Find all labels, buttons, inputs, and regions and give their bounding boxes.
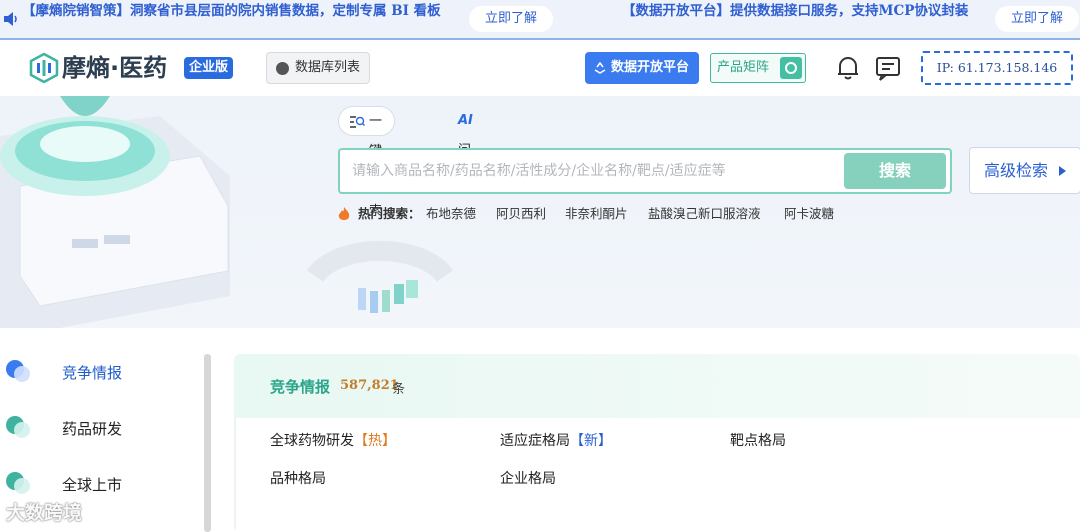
module-label: 品种格局	[270, 471, 326, 487]
sidebar-scrollbar[interactable]	[204, 354, 211, 532]
open-platform-button[interactable]: 数据开放平台	[585, 52, 699, 84]
list-search-icon	[350, 116, 365, 128]
navigation-icon	[276, 62, 289, 75]
learn-more-button[interactable]: 立即了解	[995, 6, 1080, 32]
module-label: 企业格局	[500, 471, 556, 487]
search-box: 搜索	[338, 148, 952, 194]
hot-search-label: 热门搜索：	[358, 206, 421, 221]
speaker-icon	[4, 12, 17, 26]
logo-icon[interactable]	[28, 52, 60, 84]
module-label: 靶点格局	[730, 433, 786, 449]
matrix-icon	[780, 57, 802, 79]
learn-more-button[interactable]: 立即了解	[469, 6, 554, 32]
sidebar-item-drug-rnd[interactable]: 药品研发	[0, 408, 200, 448]
content-header: 竞争情报 587,821 条	[234, 354, 1080, 418]
sidebar-item-label: 竞争情报	[62, 364, 123, 382]
hot-search-item[interactable]: 阿贝西利	[496, 204, 546, 224]
hot-tag: 【热】	[354, 433, 396, 449]
module-enterprise-landscape[interactable]: 企业格局	[500, 468, 556, 488]
module-indication-landscape[interactable]: 适应症格局【新】	[500, 430, 612, 450]
module-grid: 全球药物研发【热】 适应症格局【新】 靶点格局 品种格局 企业格局	[234, 418, 1080, 532]
announcement-text[interactable]: 【摩熵院销智策】洞察省市县层面的院内销售数据，定制专属 BI 看板	[22, 1, 442, 21]
module-variety-landscape[interactable]: 品种格局	[270, 468, 326, 488]
search-button[interactable]: 搜索	[844, 153, 946, 189]
hot-search-item[interactable]: 非奈利酮片	[565, 204, 628, 224]
advanced-search-button[interactable]: 高级检索	[969, 147, 1080, 194]
hot-search-item[interactable]: 盐酸溴己新口服溶液	[648, 204, 761, 224]
watermark: 大数跨境	[6, 502, 83, 524]
sidebar-item-label: 药品研发	[62, 420, 123, 438]
edition-badge: 企业版	[184, 57, 234, 79]
database-list-label: 数据库列表	[295, 60, 361, 75]
ai-icon: AI	[458, 113, 473, 128]
hot-search-item[interactable]: 阿卡波糖	[784, 204, 834, 224]
product-matrix-label: 产品矩阵	[717, 60, 770, 75]
logo-text[interactable]: 摩熵·医药	[62, 53, 167, 83]
database-list-button[interactable]: 数据库列表	[266, 52, 370, 84]
sidebar-item-competitive-intel[interactable]: 竞争情报	[0, 352, 200, 392]
platform-icon	[594, 61, 606, 74]
module-target-landscape[interactable]: 靶点格局	[730, 430, 786, 450]
module-label: 全球药物研发	[270, 433, 354, 449]
record-count: 587,821	[340, 378, 399, 393]
top-header: 摩熵·医药 企业版 数据库列表 数据开放平台 产品矩阵 IP: 61.173.1…	[0, 42, 1080, 96]
fire-icon	[338, 207, 350, 220]
module-label: 适应症格局	[500, 433, 570, 449]
open-platform-label: 数据开放平台	[611, 60, 690, 75]
hot-search-item[interactable]: 布地奈德	[426, 204, 476, 224]
announcement-bar: 【摩熵院销智策】洞察省市县层面的院内销售数据，定制专属 BI 看板 立即了解 【…	[0, 0, 1080, 40]
module-global-drug-rnd[interactable]: 全球药物研发【热】	[270, 430, 396, 450]
tab-ai-qa[interactable]: AI问答	[448, 106, 487, 188]
bell-icon[interactable]	[830, 52, 866, 84]
global-launch-icon	[6, 472, 30, 494]
content-panel: 竞争情报 587,821 条 全球药物研发【热】 适应症格局【新】 靶点格局 品…	[234, 354, 1080, 532]
section-title: 竞争情报	[270, 378, 331, 396]
search-input[interactable]	[352, 150, 832, 192]
new-tag: 【新】	[570, 433, 612, 449]
sidebar-item-label: 全球上市	[62, 476, 123, 494]
announcement-text[interactable]: 【数据开放平台】提供数据接口服务，支持MCP协议封装	[622, 1, 982, 21]
advanced-search-label: 高级检索	[984, 161, 1049, 180]
drug-rnd-icon	[6, 416, 30, 438]
hero-search-section: 一键检索 AI问答 搜索 高级检索 热门搜索： 布地奈德 阿贝西利 非奈利酮片 …	[0, 96, 1080, 328]
feedback-icon[interactable]	[870, 52, 906, 84]
tab-one-click-search[interactable]: 一键检索	[338, 106, 396, 219]
competitive-intel-icon	[6, 360, 30, 382]
ip-address-box: IP: 61.173.158.146	[921, 51, 1073, 85]
product-matrix-button[interactable]: 产品矩阵	[710, 53, 806, 83]
record-count-unit: 条	[392, 382, 406, 397]
triangle-right-icon	[1059, 166, 1066, 176]
